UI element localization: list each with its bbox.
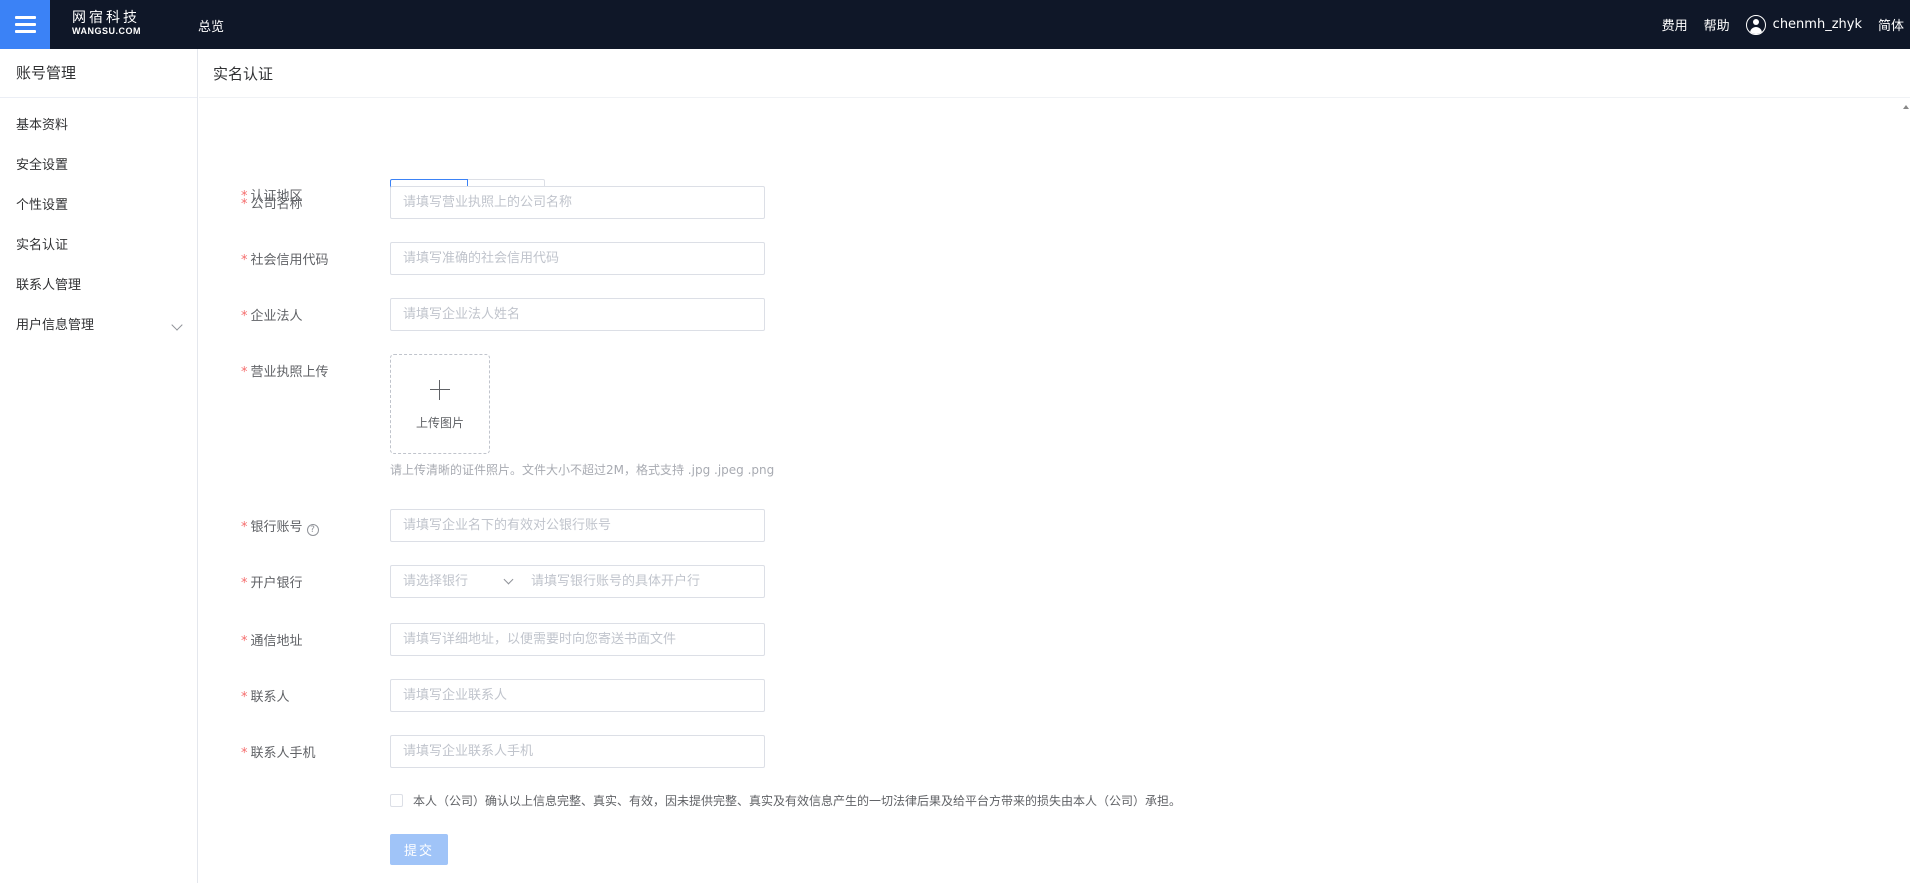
user-icon: [1745, 14, 1766, 35]
chevron-down-icon: [503, 574, 514, 585]
bank-field-group: 请选择银行: [390, 565, 765, 598]
contact-phone-label: * 联系人手机: [241, 746, 316, 761]
address-input[interactable]: [390, 623, 765, 656]
upload-button-label: 上传图片: [415, 416, 464, 430]
sidebar-item-user-info[interactable]: 用户信息管理: [0, 306, 197, 346]
submit-button[interactable]: 提交: [390, 834, 448, 865]
top-right-menu: 费用 帮助 chenmh_zhyk 简体: [1662, 0, 1910, 49]
bank-account-input[interactable]: [390, 509, 765, 542]
nav-overview[interactable]: 总览: [198, 16, 224, 35]
address-label: * 通信地址: [241, 634, 303, 649]
main-content: 实名认证 *认证地区 中国大陆 其他地区 *公司名称 *社会信用代码 *企业法人…: [199, 49, 1910, 883]
contact-label: * 联系人: [241, 690, 290, 705]
top-bar: 网宿科技 WANGSU.COM 总览 费用 帮助 chenmh_zhyk 简体: [0, 0, 1910, 49]
bank-branch-input[interactable]: [531, 566, 761, 597]
sidebar-item-basic-info[interactable]: 基本资料: [0, 106, 197, 146]
sidebar-item-label: 用户信息管理: [16, 318, 95, 333]
bank-label: * 开户银行: [241, 576, 303, 591]
sidebar-item-security[interactable]: 安全设置: [0, 146, 197, 186]
logo[interactable]: 网宿科技 WANGSU.COM: [72, 11, 160, 37]
credit-code-input[interactable]: [390, 242, 765, 275]
sidebar-title: 账号管理: [0, 49, 197, 98]
scroll-up-icon[interactable]: [1903, 105, 1909, 109]
user-menu[interactable]: chenmh_zhyk: [1745, 14, 1862, 35]
plus-icon: [430, 380, 450, 400]
language-switch[interactable]: 简体: [1878, 15, 1904, 34]
license-upload-label: * 营业执照上传: [241, 365, 329, 380]
chevron-down-icon: [171, 319, 183, 331]
license-upload-button[interactable]: 上传图片: [390, 354, 490, 454]
fees-link[interactable]: 费用: [1662, 15, 1688, 34]
logo-text: 网宿科技: [72, 10, 140, 26]
sidebar: 账号管理 基本资料 安全设置 个性设置 实名认证 联系人管理 用户信息管理: [0, 49, 198, 883]
contact-input[interactable]: [390, 679, 765, 712]
agreement-text: 本人（公司）确认以上信息完整、真实、有效，因未提供完整、真实及有效信息产生的一切…: [413, 794, 1182, 808]
username: chenmh_zhyk: [1772, 17, 1862, 32]
credit-code-label: * 社会信用代码: [241, 253, 329, 268]
bank-select-placeholder: 请选择银行: [403, 574, 469, 589]
sidebar-item-contacts[interactable]: 联系人管理: [0, 266, 197, 306]
page-title: 实名认证: [213, 65, 274, 83]
agreement-checkbox[interactable]: [390, 794, 403, 807]
upload-hint: 请上传清晰的证件照片。文件大小不超过2M，格式支持 .jpg .jpeg .pn…: [390, 463, 775, 477]
company-name-label: * 公司名称: [241, 197, 303, 212]
bank-select[interactable]: 请选择银行: [391, 566, 521, 597]
help-link[interactable]: 帮助: [1704, 15, 1730, 34]
contact-phone-input[interactable]: [390, 735, 765, 768]
divider: [199, 97, 1910, 98]
sidebar-item-real-name-auth[interactable]: 实名认证: [0, 226, 197, 266]
agreement-row: 本人（公司）确认以上信息完整、真实、有效，因未提供完整、真实及有效信息产生的一切…: [390, 792, 1181, 809]
sidebar-item-personalization[interactable]: 个性设置: [0, 186, 197, 226]
company-name-input[interactable]: [390, 186, 765, 219]
legal-person-input[interactable]: [390, 298, 765, 331]
menu-icon[interactable]: [0, 0, 50, 49]
legal-person-label: * 企业法人: [241, 309, 303, 324]
help-icon[interactable]: ?: [306, 524, 319, 536]
logo-subtext: WANGSU.COM: [72, 26, 141, 36]
bank-account-label: * 银行账号?: [241, 516, 319, 536]
